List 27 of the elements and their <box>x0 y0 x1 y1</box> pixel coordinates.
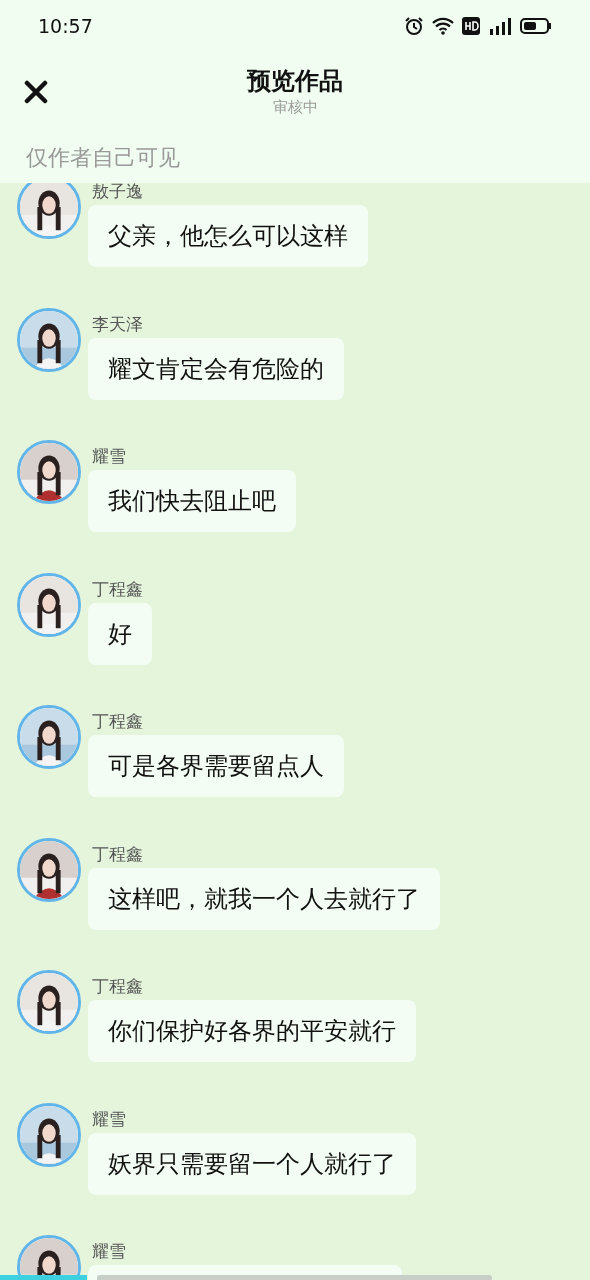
close-icon[interactable] <box>24 80 48 104</box>
sender-name: 丁程鑫 <box>92 843 143 864</box>
message-bubble: 好 <box>88 602 152 665</box>
message-bubble: 这样吧，就我一个人去就行了 <box>88 867 440 930</box>
message-bubble: 你们保护好各界的平安就行 <box>88 1000 416 1062</box>
sender-name: 丁程鑫 <box>92 711 143 731</box>
wifi-icon <box>432 17 454 35</box>
sender-name: 耀雪 <box>92 446 126 466</box>
sender-name: 敖子逸 <box>92 183 143 201</box>
review-status: 审核中 <box>272 97 318 118</box>
hd-icon <box>462 17 480 35</box>
sender-name: 耀雪 <box>92 1108 126 1129</box>
message-bubble: 我们快去阻止吧 <box>88 470 296 532</box>
sender-name: 丁程鑫 <box>92 578 143 599</box>
signal-icon <box>488 17 512 35</box>
visibility-notice: 仅作者自己可见 <box>26 144 180 172</box>
sender-name: 李天泽 <box>92 313 143 334</box>
message-bubble: 可是各界需要留点人 <box>88 735 344 797</box>
message-bubble: 父亲，他怎么可以这样 <box>88 205 368 267</box>
sender-name: 丁程鑫 <box>92 976 143 996</box>
battery-icon <box>520 17 552 35</box>
message-bubble: 妖界只需要留一个人就行了 <box>88 1132 416 1195</box>
alarm-icon <box>404 16 424 36</box>
status-time: 10:57 <box>38 13 93 39</box>
sender-name: 耀雪 <box>92 1241 126 1261</box>
message-bubble: 耀文肯定会有危险的 <box>88 337 344 400</box>
page-title: 预览作品 <box>247 66 343 96</box>
